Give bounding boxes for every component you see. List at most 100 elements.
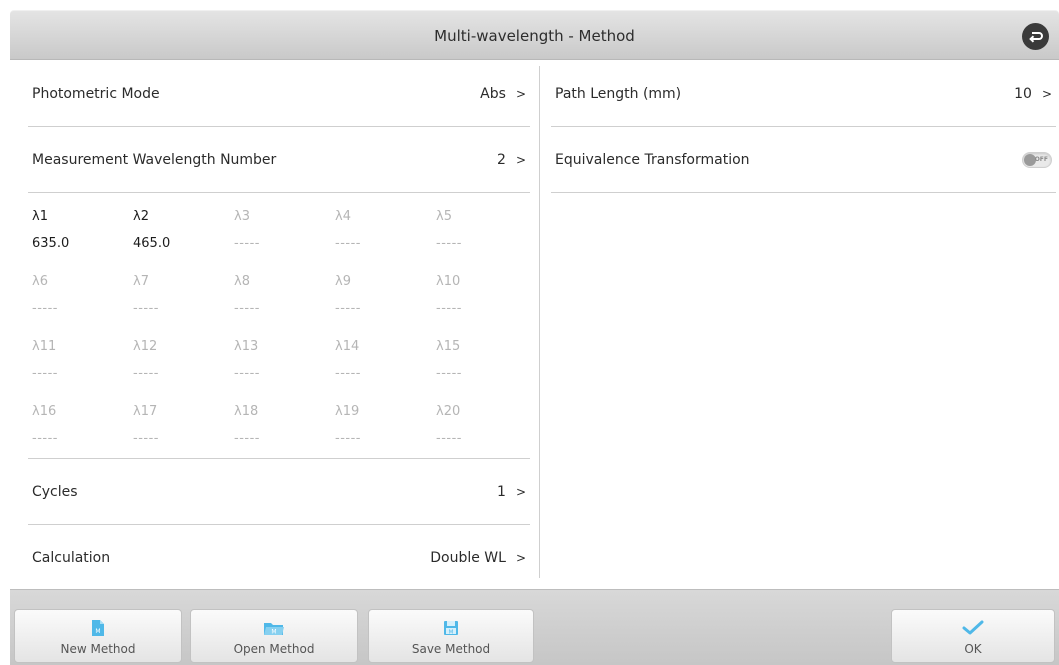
new-method-button[interactable]: M New Method: [14, 609, 182, 663]
wavelength-name: λ12: [133, 339, 158, 354]
new-method-label: New Method: [60, 641, 136, 656]
title-bar: Multi-wavelength - Method: [10, 10, 1059, 60]
wavelength-value: -----: [436, 301, 462, 316]
chevron-right-icon: >: [515, 484, 526, 499]
wavelength-cell[interactable]: λ20 -----: [436, 401, 537, 466]
wavelength-value: -----: [133, 301, 159, 316]
cycles-label: Cycles: [32, 483, 78, 500]
wavelength-cell[interactable]: λ10 -----: [436, 271, 537, 336]
wavelength-name: λ4: [335, 209, 351, 224]
wavelength-name: λ9: [335, 274, 351, 289]
ok-label: OK: [964, 641, 982, 656]
back-button[interactable]: [1022, 23, 1049, 50]
wavelength-cell[interactable]: λ5 -----: [436, 206, 537, 271]
wavelength-name: λ8: [234, 274, 250, 289]
svg-text:M: M: [95, 628, 100, 635]
wavelength-name: λ19: [335, 404, 360, 419]
wavelength-cell[interactable]: λ12 -----: [133, 336, 234, 401]
ok-button[interactable]: OK: [891, 609, 1055, 663]
wavelength-name: λ16: [32, 404, 57, 419]
wavelength-grid: λ1 635.0 λ2 465.0 λ3 ----- λ4 ----- λ5 ----- λ6 ---…: [32, 206, 512, 466]
cycles-value: 1: [497, 483, 506, 500]
wavelength-value: -----: [335, 431, 361, 446]
toggle-state-text: OFF: [1034, 155, 1048, 163]
wavelength-cell[interactable]: λ7 -----: [133, 271, 234, 336]
wavelength-cell[interactable]: λ14 -----: [335, 336, 436, 401]
chevron-right-icon: >: [515, 551, 526, 565]
path-length-label: Path Length (mm): [555, 86, 682, 102]
wavelength-value: -----: [234, 236, 260, 251]
wavelength-name: λ17: [133, 404, 158, 419]
wavelength-cell[interactable]: λ15 -----: [436, 336, 537, 401]
path-length-row[interactable]: Path Length (mm) 10 >: [551, 62, 1056, 127]
wavelength-value: -----: [335, 236, 361, 251]
wavelength-value: -----: [234, 366, 260, 381]
wavelength-cell[interactable]: λ11 -----: [32, 336, 133, 401]
calculation-row[interactable]: Calculation Double WL >: [28, 525, 530, 591]
path-length-value: 10: [1014, 86, 1032, 102]
wavelength-value: -----: [234, 301, 260, 316]
wavelength-value: -----: [32, 301, 58, 316]
chevron-right-icon: >: [515, 87, 526, 101]
wavelength-value: -----: [436, 236, 462, 251]
wavelength-name: λ20: [436, 404, 461, 419]
equivalence-label: Equivalence Transformation: [555, 151, 750, 168]
checkmark-icon: [962, 617, 984, 639]
wavelength-cell[interactable]: λ1 635.0: [32, 206, 133, 271]
wavelength-name: λ10: [436, 274, 461, 289]
wavelength-value: 465.0: [133, 236, 171, 251]
back-arrow-icon: [1029, 31, 1043, 43]
chevron-right-icon: >: [1041, 87, 1052, 101]
wavelength-cell[interactable]: λ3 -----: [234, 206, 335, 271]
wavelength-name: λ2: [133, 209, 149, 224]
chevron-right-icon: >: [515, 152, 526, 167]
wavelength-value: -----: [133, 431, 159, 446]
wavelength-cell[interactable]: λ8 -----: [234, 271, 335, 336]
photometric-mode-row[interactable]: Photometric Mode Abs >: [28, 62, 530, 127]
equivalence-toggle[interactable]: OFF: [1022, 151, 1052, 168]
wavelength-value: -----: [133, 366, 159, 381]
wavelength-name: λ14: [335, 339, 360, 354]
equivalence-row: Equivalence Transformation OFF: [551, 127, 1056, 193]
folder-open-icon: M: [263, 617, 285, 639]
calculation-label: Calculation: [32, 550, 111, 566]
cycles-row[interactable]: Cycles 1 >: [28, 459, 530, 525]
wavelength-name: λ6: [32, 274, 48, 289]
wavelength-name: λ5: [436, 209, 452, 224]
wavelength-name: λ3: [234, 209, 250, 224]
wavelength-cell[interactable]: λ13 -----: [234, 336, 335, 401]
wavelength-number-row[interactable]: Measurement Wavelength Number 2 >: [28, 127, 530, 193]
open-method-button[interactable]: M Open Method: [190, 609, 358, 663]
wavelength-value: -----: [32, 366, 58, 381]
wavelength-cell[interactable]: λ9 -----: [335, 271, 436, 336]
wavelength-cell[interactable]: λ4 -----: [335, 206, 436, 271]
wavelength-name: λ15: [436, 339, 461, 354]
wavelength-value: -----: [335, 366, 361, 381]
svg-text:M: M: [449, 629, 454, 635]
wavelength-cell[interactable]: λ19 -----: [335, 401, 436, 466]
wavelength-cell[interactable]: λ2 465.0: [133, 206, 234, 271]
wavelength-name: λ7: [133, 274, 149, 289]
svg-text:M: M: [271, 628, 276, 635]
save-method-button[interactable]: M Save Method: [368, 609, 534, 663]
calculation-value: Double WL: [430, 550, 506, 566]
wavelength-cell[interactable]: λ6 -----: [32, 271, 133, 336]
wavelength-value: 635.0: [32, 236, 70, 251]
save-method-label: Save Method: [411, 641, 491, 656]
wavelength-value: -----: [234, 431, 260, 446]
wavelength-cell[interactable]: λ18 -----: [234, 401, 335, 466]
wavelength-name: λ13: [234, 339, 259, 354]
wavelength-value: -----: [32, 431, 58, 446]
wavelength-name: λ11: [32, 339, 57, 354]
wavelength-number-label: Measurement Wavelength Number: [32, 151, 277, 168]
wavelength-name: λ18: [234, 404, 259, 419]
wavelength-number-value: 2: [497, 151, 506, 168]
column-divider: [539, 66, 540, 578]
wavelength-value: -----: [335, 301, 361, 316]
open-method-label: Open Method: [233, 641, 315, 656]
new-file-icon: M: [91, 617, 105, 639]
wavelength-name: λ1: [32, 209, 48, 224]
wavelength-cell[interactable]: λ16 -----: [32, 401, 133, 466]
wavelength-cell[interactable]: λ17 -----: [133, 401, 234, 466]
wavelength-value: -----: [436, 431, 462, 446]
